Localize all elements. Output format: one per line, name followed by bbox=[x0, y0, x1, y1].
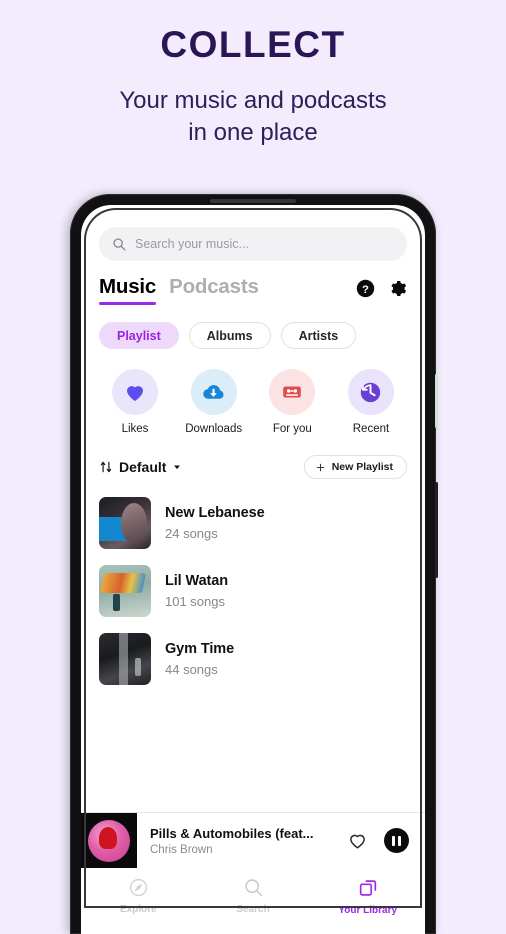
playlist-meta: Gym Time 44 songs bbox=[165, 641, 234, 677]
tab-music[interactable]: Music bbox=[99, 275, 156, 305]
promo-title: COLLECT bbox=[160, 24, 346, 65]
now-playing-meta: Pills & Automobiles (feat... Chris Brown bbox=[137, 826, 347, 856]
nav-item-search[interactable]: Search bbox=[196, 877, 311, 915]
promo-subtitle: Your music and podcasts in one place bbox=[0, 85, 506, 148]
app-content: Music Podcasts ? bbox=[81, 205, 425, 812]
nav-label: Search bbox=[236, 904, 270, 915]
search-icon bbox=[112, 237, 126, 251]
tab-podcasts[interactable]: Podcasts bbox=[169, 275, 259, 305]
help-icon[interactable]: ? bbox=[356, 279, 375, 298]
nav-label: Your Library bbox=[338, 905, 398, 916]
now-playing-title: Pills & Automobiles (feat... bbox=[150, 825, 314, 841]
sort-control[interactable]: Default bbox=[99, 459, 182, 475]
filter-chip-group: Playlist Albums Artists bbox=[99, 322, 407, 349]
svg-text:?: ? bbox=[362, 284, 369, 296]
quick-action-likes[interactable]: Likes bbox=[104, 369, 166, 435]
phone-speaker-grille bbox=[210, 199, 296, 203]
library-stack-icon bbox=[357, 877, 379, 899]
list-item[interactable]: New Lebanese 24 songs bbox=[99, 489, 407, 557]
heart-icon bbox=[123, 380, 147, 404]
playlist-song-count: 24 songs bbox=[165, 526, 218, 541]
nav-item-your-library[interactable]: Your Library bbox=[310, 877, 425, 916]
search-bar[interactable] bbox=[99, 227, 407, 261]
nav-item-explore[interactable]: Explore bbox=[81, 877, 196, 915]
quick-actions: Likes Downloads For you Recent bbox=[99, 369, 407, 435]
playlist-title: New Lebanese bbox=[165, 505, 265, 521]
promo-subtitle-line-1: Your music and podcasts bbox=[119, 87, 387, 114]
list-item[interactable]: Lil Watan 101 songs bbox=[99, 557, 407, 625]
sort-row: Default New Playlist bbox=[99, 455, 407, 479]
phone-mockup: Music Podcasts ? bbox=[70, 194, 438, 934]
playlist-song-count: 101 songs bbox=[165, 594, 225, 609]
promo-subtitle-line-2: in one place bbox=[188, 118, 318, 146]
history-clock-icon bbox=[358, 380, 383, 405]
playlist-meta: New Lebanese 24 songs bbox=[165, 505, 265, 541]
chip-artists[interactable]: Artists bbox=[280, 322, 357, 349]
quick-action-label: For you bbox=[272, 423, 312, 435]
chip-albums[interactable]: Albums bbox=[188, 322, 271, 349]
quick-action-for-you[interactable]: For you bbox=[261, 369, 323, 435]
sort-label: Default bbox=[119, 459, 167, 475]
pause-bar-right bbox=[398, 835, 401, 846]
now-playing-actions bbox=[347, 828, 409, 853]
quick-action-label: Likes bbox=[121, 423, 149, 435]
new-playlist-label: New Playlist bbox=[331, 461, 393, 473]
tab-bar: Music Podcasts ? bbox=[99, 275, 407, 305]
now-playing-artwork-image bbox=[88, 819, 130, 862]
search-icon bbox=[243, 877, 264, 898]
phone-volume-button[interactable] bbox=[435, 482, 438, 578]
download-cloud-icon bbox=[201, 380, 226, 405]
playlist-artwork bbox=[99, 497, 151, 549]
pause-icon[interactable] bbox=[384, 828, 409, 853]
plus-icon bbox=[315, 462, 326, 473]
downloads-icon-circle bbox=[190, 369, 237, 415]
chevron-down-icon bbox=[172, 462, 182, 472]
bottom-navigation: Explore Search Your Library bbox=[81, 868, 425, 934]
nav-label: Explore bbox=[119, 904, 157, 915]
playlist-list: New Lebanese 24 songs Lil Watan 101 song… bbox=[99, 489, 407, 693]
recent-icon-circle bbox=[347, 369, 394, 415]
sort-arrows-icon bbox=[99, 460, 113, 474]
now-playing-artist: Chris Brown bbox=[150, 843, 213, 856]
promo-header: COLLECT Your music and podcasts in one p… bbox=[0, 0, 506, 148]
phone-power-button[interactable] bbox=[435, 374, 438, 428]
now-playing-artwork bbox=[81, 812, 137, 869]
settings-gear-icon[interactable] bbox=[388, 279, 407, 298]
cassette-icon bbox=[280, 380, 304, 404]
heart-outline-icon[interactable] bbox=[347, 830, 368, 851]
playlist-title: Gym Time bbox=[165, 641, 235, 657]
list-item[interactable]: Gym Time 44 songs bbox=[99, 625, 407, 693]
header-actions: ? bbox=[356, 279, 407, 305]
now-playing-bar[interactable]: Pills & Automobiles (feat... Chris Brown bbox=[81, 812, 425, 869]
new-playlist-button[interactable]: New Playlist bbox=[303, 455, 407, 479]
quick-action-recent[interactable]: Recent bbox=[340, 369, 402, 435]
playlist-artwork bbox=[99, 633, 151, 685]
quick-action-downloads[interactable]: Downloads bbox=[183, 369, 245, 435]
quick-action-label: Downloads bbox=[185, 423, 243, 435]
pause-bar-left bbox=[392, 835, 395, 846]
chip-playlist[interactable]: Playlist bbox=[99, 322, 179, 349]
quick-action-label: Recent bbox=[352, 423, 390, 435]
likes-icon-circle bbox=[112, 369, 158, 415]
compass-icon bbox=[128, 877, 149, 898]
phone-screen: Music Podcasts ? bbox=[81, 205, 425, 934]
search-input[interactable] bbox=[135, 237, 394, 251]
playlist-meta: Lil Watan 101 songs bbox=[165, 573, 228, 609]
for-you-icon-circle bbox=[269, 369, 316, 415]
playlist-song-count: 44 songs bbox=[165, 662, 218, 677]
playlist-title: Lil Watan bbox=[165, 573, 229, 589]
playlist-artwork bbox=[99, 565, 151, 617]
